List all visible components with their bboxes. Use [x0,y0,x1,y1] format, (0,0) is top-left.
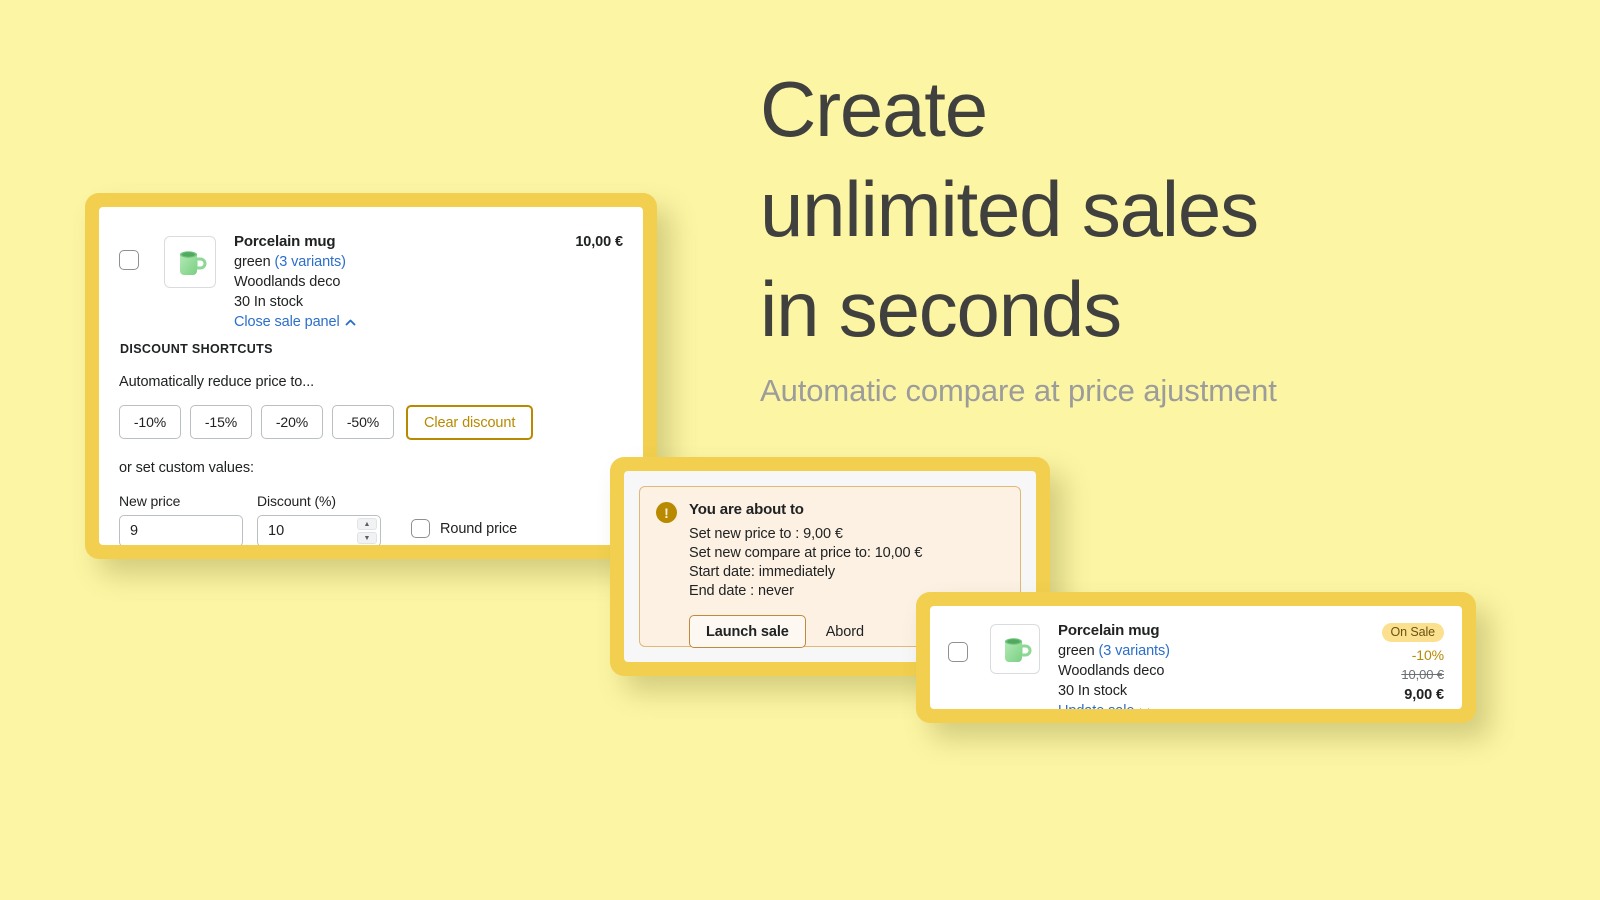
product-vendor: Woodlands deco [234,274,341,290]
discount-label: Discount (%) [257,493,336,509]
auto-reduce-text: Automatically reduce price to... [119,374,315,390]
discount-field-group: Discount (%) 10 ▲ ▼ Enter a discount (%) [257,493,381,545]
expanded-sale-panel-inner: Porcelain mug green (3 variants) Woodlan… [99,207,643,545]
product-info: Porcelain mug green (3 variants) Woodlan… [234,225,575,331]
product-stock: 30 In stock [1058,683,1128,699]
product-stock: 30 In stock [234,294,304,310]
product-select-checkbox[interactable] [948,642,968,662]
hero-title-line-1: Create [760,65,988,153]
product-variant-line: green (3 variants) [234,254,575,270]
hero-subtitle: Automatic compare at price ajustment [760,373,1277,409]
alert-icon: ! [656,502,677,523]
discount-input-wrap[interactable]: 10 ▲ ▼ [257,515,381,545]
discount-input-value: 10 [268,523,285,539]
warning-details: Set new price to : 9,00 € Set new compar… [689,526,1004,599]
sale-new-price: 9,00 € [1404,687,1444,703]
discount-shortcut-buttons: -10% -15% -20% -50% Clear discount [119,405,623,440]
product-thumbnail [164,236,216,288]
warning-line-start-date: Start date: immediately [689,564,835,580]
update-sale-link[interactable]: Update sale [1058,703,1151,709]
clear-discount-button[interactable]: Clear discount [406,405,534,440]
hero-section: Create unlimited sales in seconds Automa… [760,60,1460,409]
discount-stepper[interactable]: ▲ ▼ [357,518,377,544]
custom-value-fields: New price 9 Enter a new price Discount (… [119,493,623,545]
warning-header: ! You are about to [656,501,1004,523]
product-row: Porcelain mug green (3 variants) Woodlan… [948,620,1444,709]
sale-discount-percent: -10% [1411,647,1444,663]
product-variants-link[interactable]: (3 variants) [275,254,346,270]
stepper-up-icon[interactable]: ▲ [357,518,377,530]
discount-50-button[interactable]: -50% [332,405,394,439]
on-sale-result-card: Porcelain mug green (3 variants) Woodlan… [916,592,1476,723]
discount-shortcuts-label: DISCOUNT SHORTCUTS [120,342,273,356]
product-vendor: Woodlands deco [1058,663,1165,679]
round-price-checkbox[interactable] [411,519,430,538]
stepper-down-icon[interactable]: ▼ [357,532,377,544]
new-price-label: New price [119,493,181,509]
product-select-checkbox[interactable] [119,250,139,270]
update-sale-label: Update sale [1058,703,1134,709]
abord-button[interactable]: Abord [820,620,870,644]
hero-title-line-2: unlimited sales [760,164,1259,253]
page-title: Create unlimited sales in seconds [760,60,1460,359]
new-price-input[interactable]: 9 [119,515,243,545]
hero-title-line-3: in seconds [760,264,1122,353]
product-title: Porcelain mug [1058,622,1160,639]
warning-line-new-price: Set new price to : 9,00 € [689,526,843,542]
close-sale-panel-label: Close sale panel [234,314,340,330]
product-title: Porcelain mug [234,233,336,250]
product-thumbnail [990,624,1040,674]
custom-values-text: or set custom values: [119,460,254,476]
round-price-label: Round price [440,520,518,537]
status-badge: On Sale [1381,623,1444,642]
sale-price-column: On Sale -10% 10,00 € 9,00 € [1348,620,1444,703]
round-price-group[interactable]: Round price [411,519,517,538]
discount-20-button[interactable]: -20% [261,405,323,439]
chevron-down-icon [1138,705,1151,709]
sale-old-price: 10,00 € [1401,667,1444,682]
discount-10-button[interactable]: -10% [119,405,181,439]
product-color: green [234,254,271,270]
product-info: Porcelain mug green (3 variants) Woodlan… [1058,620,1348,709]
expanded-sale-panel-card: Porcelain mug green (3 variants) Woodlan… [85,193,657,559]
discount-15-button[interactable]: -15% [190,405,252,439]
chevron-up-icon [344,316,357,329]
close-sale-panel-link[interactable]: Close sale panel [234,314,357,330]
product-color: green [1058,643,1095,659]
launch-sale-button[interactable]: Launch sale [689,615,806,648]
warning-title: You are about to [689,501,804,518]
new-price-field-group: New price 9 Enter a new price [119,493,243,545]
product-row: Porcelain mug green (3 variants) Woodlan… [119,225,623,331]
warning-line-compare-price: Set new compare at price to: 10,00 € [689,545,923,561]
product-variants-link[interactable]: (3 variants) [1099,643,1170,659]
product-variant-line: green (3 variants) [1058,643,1348,659]
on-sale-result-inner: Porcelain mug green (3 variants) Woodlan… [930,606,1462,709]
product-price: 10,00 € [575,234,623,250]
